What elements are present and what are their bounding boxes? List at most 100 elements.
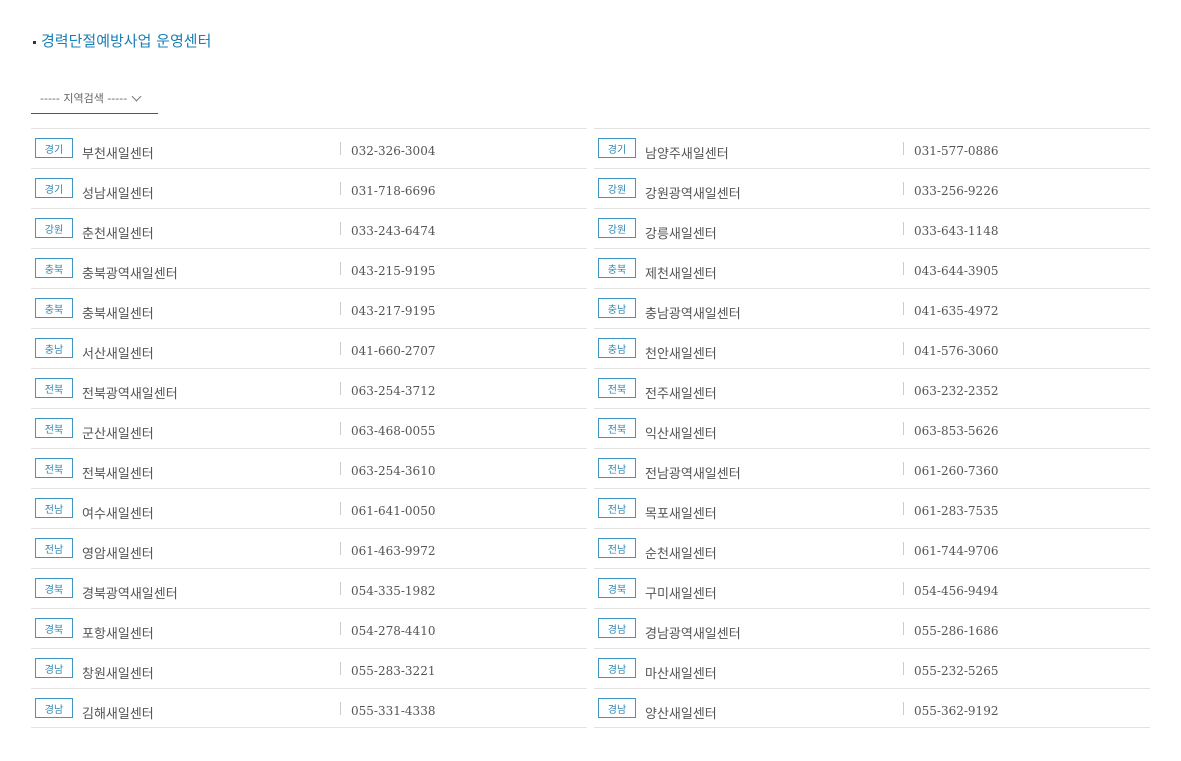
center-name: 충북광역새일센터: [82, 267, 178, 282]
divider: [903, 382, 904, 395]
center-row: 충북 충북새일센터 043-217-9195: [31, 288, 587, 328]
center-row: 전북 전주새일센터 063-232-2352: [594, 368, 1150, 408]
center-phone: 041-635-4972: [914, 304, 999, 318]
region-badge: 경남: [598, 658, 636, 678]
region-badge: 경남: [35, 658, 73, 678]
center-phone: 031-718-6696: [351, 184, 436, 198]
region-badge: 전남: [598, 498, 636, 518]
divider: [903, 662, 904, 675]
region-search-label: ----- 지역검색 -----: [40, 92, 128, 105]
center-phone: 055-286-1686: [914, 624, 999, 638]
center-name: 전남광역새일센터: [645, 467, 741, 482]
divider: [903, 142, 904, 155]
divider: [340, 262, 341, 275]
center-phone: 055-283-3221: [351, 664, 436, 678]
center-row: 경기 남양주새일센터 031-577-0886: [594, 128, 1150, 168]
center-phone: 054-278-4410: [351, 624, 436, 638]
center-row: 경북 구미새일센터 054-456-9494: [594, 568, 1150, 608]
region-badge: 경남: [598, 698, 636, 718]
center-name: 경남광역새일센터: [645, 627, 741, 642]
region-badge: 경북: [598, 578, 636, 598]
center-name: 경북광역새일센터: [82, 587, 178, 602]
center-row: 전남 순천새일센터 061-744-9706: [594, 528, 1150, 568]
divider: [340, 142, 341, 155]
center-row: 전남 전남광역새일센터 061-260-7360: [594, 448, 1150, 488]
page-title: 경력단절예방사업 운영센터: [33, 30, 211, 51]
divider: [340, 582, 341, 595]
divider: [340, 422, 341, 435]
center-phone: 055-232-5265: [914, 664, 999, 678]
region-badge: 경남: [35, 698, 73, 718]
region-badge: 충남: [598, 338, 636, 358]
center-phone: 043-215-9195: [351, 264, 436, 278]
center-phone: 032-326-3004: [351, 144, 436, 158]
region-badge: 전남: [35, 498, 73, 518]
center-row: 전북 전북광역새일센터 063-254-3712: [31, 368, 587, 408]
center-name: 목포새일센터: [645, 507, 717, 522]
center-name: 전북광역새일센터: [82, 387, 178, 402]
center-name: 전주새일센터: [645, 387, 717, 402]
region-badge: 충북: [598, 258, 636, 278]
center-phone: 033-643-1148: [914, 224, 999, 238]
center-name: 양산새일센터: [645, 707, 717, 722]
center-name: 익산새일센터: [645, 427, 717, 442]
region-badge: 전북: [35, 378, 73, 398]
center-phone: 041-576-3060: [914, 344, 999, 358]
center-row: 강원 강원광역새일센터 033-256-9226: [594, 168, 1150, 208]
region-badge: 경북: [35, 578, 73, 598]
center-phone: 033-243-6474: [351, 224, 436, 238]
center-name: 성남새일센터: [82, 187, 154, 202]
divider: [340, 462, 341, 475]
center-name: 천안새일센터: [645, 347, 717, 362]
center-name: 군산새일센터: [82, 427, 154, 442]
center-phone: 063-468-0055: [351, 424, 436, 438]
divider: [903, 262, 904, 275]
region-badge: 충남: [598, 298, 636, 318]
center-row: 전남 영암새일센터 061-463-9972: [31, 528, 587, 568]
divider: [903, 702, 904, 715]
center-row: 경남 경남광역새일센터 055-286-1686: [594, 608, 1150, 648]
region-badge: 전남: [35, 538, 73, 558]
divider: [340, 302, 341, 315]
divider: [340, 382, 341, 395]
divider: [903, 302, 904, 315]
divider: [903, 542, 904, 555]
center-phone: 041-660-2707: [351, 344, 436, 358]
region-badge: 전남: [598, 458, 636, 478]
divider: [340, 182, 341, 195]
center-phone: 063-254-3610: [351, 464, 436, 478]
region-badge: 경북: [35, 618, 73, 638]
page-title-text: 경력단절예방사업 운영센터: [41, 32, 212, 50]
center-row: 전북 군산새일센터 063-468-0055: [31, 408, 587, 448]
region-badge: 경기: [35, 178, 73, 198]
center-list-right: 경기 남양주새일센터 031-577-0886 강원 강원광역새일센터 033-256-9…: [594, 128, 1150, 728]
center-row: 충남 충남광역새일센터 041-635-4972: [594, 288, 1150, 328]
region-search-select[interactable]: ----- 지역검색 -----: [31, 83, 158, 114]
region-badge: 충남: [35, 338, 73, 358]
divider: [340, 222, 341, 235]
center-row: 강원 강릉새일센터 033-643-1148: [594, 208, 1150, 248]
divider: [903, 422, 904, 435]
center-phone: 043-644-3905: [914, 264, 999, 278]
center-name: 서산새일센터: [82, 347, 154, 362]
center-phone: 033-256-9226: [914, 184, 999, 198]
region-badge: 강원: [598, 178, 636, 198]
region-badge: 전북: [35, 458, 73, 478]
center-row: 전남 여수새일센터 061-641-0050: [31, 488, 587, 528]
divider: [903, 182, 904, 195]
divider: [903, 222, 904, 235]
center-name: 남양주새일센터: [645, 147, 729, 162]
center-row: 충남 서산새일센터 041-660-2707: [31, 328, 587, 368]
region-badge: 충북: [35, 298, 73, 318]
center-phone: 043-217-9195: [351, 304, 436, 318]
center-name: 구미새일센터: [645, 587, 717, 602]
center-name: 제천새일센터: [645, 267, 717, 282]
divider: [340, 342, 341, 355]
center-phone: 061-283-7535: [914, 504, 999, 518]
center-phone: 031-577-0886: [914, 144, 999, 158]
center-name: 충남광역새일센터: [645, 307, 741, 322]
center-name: 전북새일센터: [82, 467, 154, 482]
region-badge: 전북: [35, 418, 73, 438]
center-name: 순천새일센터: [645, 547, 717, 562]
center-row: 경기 부천새일센터 032-326-3004: [31, 128, 587, 168]
